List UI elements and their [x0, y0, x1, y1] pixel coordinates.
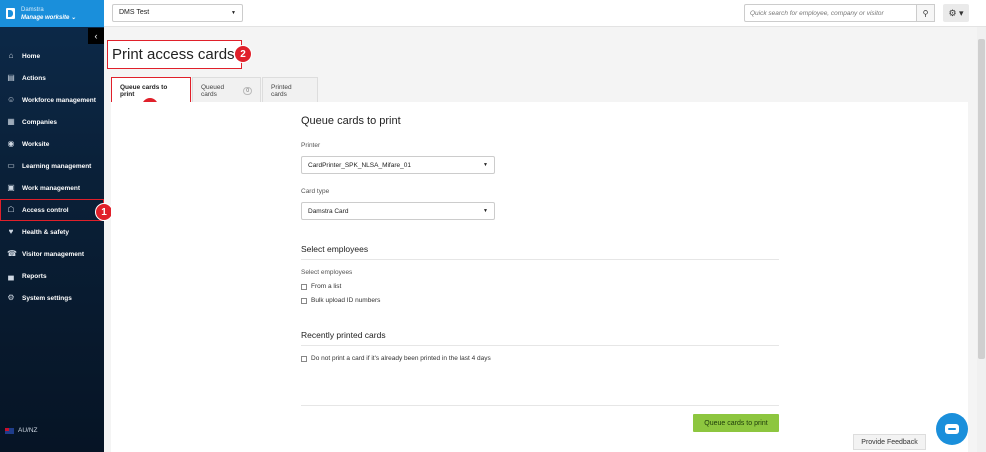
sidebar-item-label: Health & safety — [22, 228, 69, 236]
checkbox-label: Bulk upload ID numbers — [311, 297, 381, 304]
printer-select-value: CardPrinter_SPK_NLSA_Mifare_01 — [308, 162, 411, 169]
tab-bar: Queue cards to print Queued cards 0 Print… — [111, 77, 319, 103]
book-icon: ▭ — [7, 161, 15, 170]
checkbox-label: From a list — [311, 283, 342, 290]
sidebar-item-visitor-management[interactable]: ☎ Visitor management — [0, 243, 104, 265]
org-name: Damstra — [21, 6, 44, 13]
printer-label: Printer — [301, 142, 321, 149]
checkbox[interactable] — [301, 356, 307, 362]
gear-icon: ⚙ ▾ — [948, 7, 964, 18]
damstra-logo-icon — [6, 8, 15, 19]
sidebar-item-companies[interactable]: ▦ Companies — [0, 111, 104, 133]
content-panel: Queue cards to print Printer CardPrinter… — [111, 102, 968, 452]
sidebar-item-worksite[interactable]: ◉ Worksite — [0, 133, 104, 155]
recently-printed-heading: Recently printed cards — [301, 330, 779, 346]
sidebar-item-label: System settings — [22, 294, 72, 302]
chat-button[interactable] — [936, 413, 968, 445]
sidebar-item-system-settings[interactable]: ⚙ System settings — [0, 287, 104, 309]
card-type-select[interactable]: Damstra Card ▼ — [301, 202, 495, 220]
checkbox[interactable] — [301, 284, 307, 290]
page-scrollbar[interactable] — [977, 27, 986, 452]
locale-label: AU/NZ — [18, 427, 38, 434]
tab-label: Printed cards — [271, 83, 292, 98]
printer-select[interactable]: CardPrinter_SPK_NLSA_Mifare_01 ▼ — [301, 156, 495, 174]
tab-label: Queued cards — [201, 83, 225, 98]
sidebar-item-work-management[interactable]: ▣ Work management — [0, 177, 104, 199]
sidebar-item-label: Home — [22, 52, 41, 60]
provide-feedback-button[interactable]: Provide Feedback — [853, 434, 926, 450]
form-divider — [301, 405, 779, 406]
chat-bubble-icon — [945, 424, 959, 434]
sidebar-item-label: Reports — [22, 272, 47, 280]
tab-label: Queue cards to print — [120, 83, 168, 98]
org-select[interactable]: DMS Test ▼ — [112, 4, 243, 22]
scrollbar-thumb[interactable] — [978, 39, 985, 359]
from-list-option[interactable]: From a list — [301, 282, 341, 292]
sidebar-item-label: Learning management — [22, 162, 92, 170]
settings-menu-button[interactable]: ⚙ ▾ — [943, 4, 969, 22]
org-switcher[interactable]: Damstra Manage worksite ⌄ — [0, 0, 104, 27]
users-icon: ☺ — [7, 95, 16, 104]
home-icon: ⌂ — [8, 51, 14, 60]
bank-icon: ☖ — [7, 205, 15, 214]
search-icon: ⚲ — [922, 8, 929, 18]
org-select-value: DMS Test — [119, 9, 150, 16]
checkbox-label: Do not print a card if it's already been… — [311, 355, 491, 362]
gears-icon: ⚙ — [7, 293, 15, 302]
caret-down-icon: ▼ — [483, 162, 488, 168]
select-employees-label: Select employees — [301, 269, 353, 276]
briefcase-icon: ▣ — [7, 183, 15, 192]
caret-down-icon: ▼ — [231, 10, 236, 16]
sidebar: Damstra Manage worksite ⌄ ‹ ⌂ Home ▤ Actio… — [0, 0, 104, 452]
bar-chart-icon: ▄ — [8, 271, 14, 280]
clipboard-icon: ▤ — [7, 73, 15, 82]
queued-count-badge: 0 — [243, 86, 252, 95]
search-button[interactable]: ⚲ — [917, 4, 935, 22]
sidebar-item-label: Workforce management — [22, 96, 96, 104]
sidebar-item-actions[interactable]: ▤ Actions — [0, 67, 104, 89]
sidebar-item-label: Work management — [22, 184, 81, 192]
bulk-upload-option[interactable]: Bulk upload ID numbers — [301, 296, 380, 306]
sidebar-item-workforce-management[interactable]: ☺ Workforce management — [0, 89, 104, 111]
sidebar-item-label: Worksite — [22, 140, 50, 148]
collapse-sidebar-button[interactable]: ‹ — [88, 28, 104, 44]
sidebar-item-label: Access control — [22, 206, 69, 214]
visitor-icon: ☎ — [7, 249, 17, 258]
step-badge-2: 2 — [234, 45, 252, 63]
sidebar-item-label: Companies — [22, 118, 58, 126]
sidebar-item-access-control[interactable]: ☖ Access control — [0, 199, 104, 221]
building-icon: ▦ — [7, 117, 15, 126]
tab-queued-cards[interactable]: Queued cards 0 — [192, 77, 261, 103]
queue-cards-button[interactable]: Queue cards to print — [693, 414, 779, 432]
manage-worksite-link[interactable]: Manage worksite ⌄ — [21, 14, 76, 22]
heart-icon: ♥ — [8, 227, 14, 236]
sidebar-item-home[interactable]: ⌂ Home — [0, 45, 104, 67]
skip-recent-option[interactable]: Do not print a card if it's already been… — [301, 354, 501, 364]
australia-flag-icon — [5, 427, 14, 434]
sidebar-item-label: Actions — [22, 74, 46, 82]
chevron-left-icon: ‹ — [94, 31, 98, 41]
tab-printed-cards[interactable]: Printed cards — [262, 77, 318, 103]
caret-down-icon: ▼ — [483, 208, 488, 214]
sidebar-nav: ⌂ Home ▤ Actions ☺ Workforce management ▦ Co… — [0, 45, 104, 309]
checkbox[interactable] — [301, 298, 307, 304]
card-type-label: Card type — [301, 188, 330, 195]
quick-search-input[interactable]: Quick search for employee, company or vi… — [744, 4, 917, 22]
page-title: Print access cards — [107, 40, 242, 69]
select-employees-heading: Select employees — [301, 244, 779, 260]
sidebar-item-label: Visitor management — [22, 250, 85, 258]
form-heading: Queue cards to print — [301, 115, 401, 127]
sidebar-item-health-safety[interactable]: ♥ Health & safety — [0, 221, 104, 243]
card-type-select-value: Damstra Card — [308, 208, 349, 215]
location-icon: ◉ — [7, 139, 15, 148]
locale-selector[interactable]: AU/NZ — [5, 427, 38, 434]
sidebar-item-learning-management[interactable]: ▭ Learning management — [0, 155, 104, 177]
sidebar-item-reports[interactable]: ▄ Reports — [0, 265, 104, 287]
top-bar: DMS Test ▼ Quick search for employee, co… — [104, 0, 986, 27]
